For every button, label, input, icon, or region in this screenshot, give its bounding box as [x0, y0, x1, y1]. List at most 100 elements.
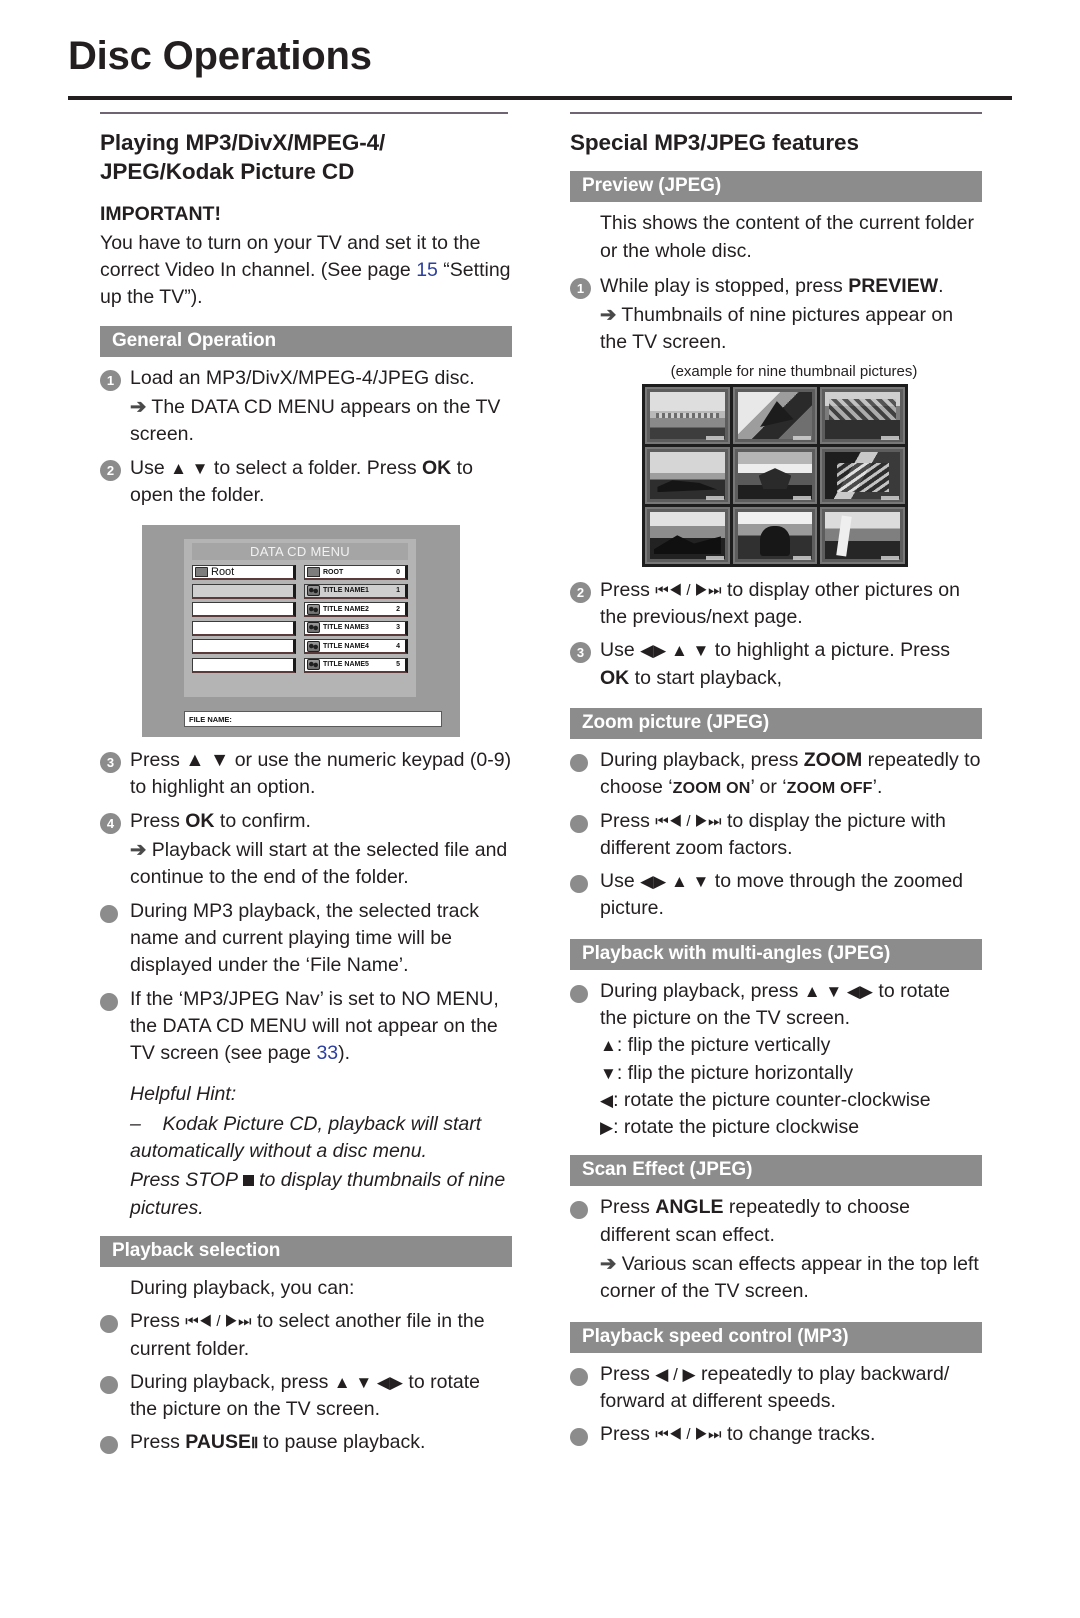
- nav-arrows-icon: ◀▶ ▲ ▼: [640, 641, 710, 661]
- step-number: 2: [570, 581, 591, 603]
- bullet-text: During MP3 playback, the selected track …: [130, 899, 480, 977]
- thumbnail-grid: [642, 383, 908, 567]
- thumbnail-cell[interactable]: [820, 506, 905, 564]
- data-cd-menu-right-column: ROOT 0 TITLE NAME1 1 TITLE NAME2 2 TITLE…: [304, 565, 408, 676]
- folder-label: Root: [211, 566, 235, 579]
- step-text: While play is stopped, press PREVIEW.: [600, 273, 982, 300]
- file-row[interactable]: TITLE NAME1 1: [304, 583, 408, 599]
- general-operation-bar: General Operation: [100, 325, 512, 357]
- list-item: Press ◀ / ▶ repeatedly to play backward/…: [570, 1361, 982, 1418]
- step-text: Use ◀▶ ▲ ▼ to highlight a picture. Press…: [600, 637, 982, 692]
- bullet-dot-icon: [100, 992, 118, 1011]
- step-text-before: While play is stopped, press: [600, 274, 849, 297]
- angle-line: ▼: flip the picture horizontally: [600, 1060, 982, 1087]
- bullet-body: During playback, press ▲ ▼ ◀▶ to rotate …: [130, 1369, 512, 1426]
- thumbnail-cell[interactable]: [645, 506, 730, 564]
- bullet-text-before: Press: [130, 1310, 186, 1333]
- step-number: 1: [100, 369, 121, 391]
- bullet-body: Press PAUSEⅡ to pause playback.: [130, 1429, 512, 1458]
- prev-next-track-icon: ⏮◀ / ▶⏭: [655, 581, 722, 599]
- list-item: 1 While play is stopped, press PREVIEW. …: [570, 273, 982, 359]
- file-icon: [307, 585, 320, 597]
- folder-row[interactable]: [192, 602, 296, 618]
- zoom-key-label: ZOOM: [803, 748, 863, 771]
- step-text-after: .: [938, 274, 944, 297]
- thumbnail-tag: [880, 435, 899, 440]
- right-column: Special MP3/JPEG features Preview (JPEG)…: [570, 112, 982, 1455]
- bullet-text-before: Press: [130, 1431, 186, 1454]
- playback-speed-bar: Playback speed control (MP3): [570, 1321, 982, 1353]
- bullet-marker: [570, 978, 600, 1008]
- step-marker: 3: [570, 637, 600, 664]
- file-row[interactable]: TITLE NAME5 5: [304, 657, 408, 673]
- step-result: ➔ The DATA CD MENU appears on the TV scr…: [130, 394, 512, 449]
- list-item: During MP3 playback, the selected track …: [100, 898, 512, 982]
- thumbnail-image: [737, 391, 813, 439]
- bullet-body: Press ⏮◀ / ▶⏭ to display the picture wit…: [600, 808, 982, 865]
- file-row[interactable]: ROOT 0: [304, 565, 408, 581]
- arrow-icon: ➔: [130, 395, 147, 418]
- file-row[interactable]: TITLE NAME2 2: [304, 602, 408, 618]
- thumbnail-cell[interactable]: [820, 386, 905, 444]
- step-text: Use ▲ ▼ to select a folder. Press OK to …: [130, 455, 512, 510]
- page-ref-33[interactable]: 33: [316, 1042, 338, 1064]
- document-page: Disc Operations Playing MP3/DivX/MPEG-4/…: [0, 0, 1080, 1618]
- thumbnail-image: [825, 511, 900, 559]
- thumbnail-tag: [705, 555, 724, 560]
- down-arrow-icon: ▼: [600, 1063, 617, 1083]
- step-body: Press ▲ ▼ or use the numeric keypad (0-9…: [130, 747, 512, 804]
- data-cd-menu-illustration: DATA CD MENU Root ROOT 0 TITLE NAME1 1 T…: [142, 525, 460, 738]
- bullet-body: Press ⏮◀ / ▶⏭ to select another file in …: [130, 1308, 512, 1365]
- updown-arrows-icon: ▲ ▼: [170, 458, 209, 478]
- data-cd-menu-title: DATA CD MENU: [192, 543, 408, 561]
- bullet-marker: [100, 898, 130, 928]
- step-body: Use ◀▶ ▲ ▼ to highlight a picture. Press…: [600, 637, 982, 694]
- folder-row[interactable]: [192, 620, 296, 636]
- nav-arrows-icon: ▲ ▼ ◀▶: [333, 1372, 404, 1392]
- page-title: Disc Operations: [68, 34, 372, 78]
- list-item: If the ‘MP3/JPEG Nav’ is set to NO MENU,…: [100, 986, 512, 1070]
- data-cd-menu-rows: Root ROOT 0 TITLE NAME1 1 TITLE NAME2 2 …: [192, 565, 408, 676]
- pause-key-label: PAUSE: [185, 1431, 252, 1454]
- file-label: ROOT: [323, 568, 344, 576]
- thumbnail-cell[interactable]: [732, 386, 818, 444]
- angle-line: ▲: flip the picture vertically: [600, 1032, 982, 1059]
- left-column: Playing MP3/DivX/MPEG-4/ JPEG/Kodak Pict…: [100, 112, 512, 1463]
- bullet-text-after: to pause playback.: [257, 1431, 426, 1454]
- file-row[interactable]: TITLE NAME4 4: [304, 639, 408, 655]
- page-ref-15[interactable]: 15: [416, 259, 438, 281]
- folder-row[interactable]: Root: [192, 565, 296, 581]
- thumbnail-image: [737, 511, 813, 559]
- zoom-off-label: ZOOM OFF: [786, 780, 873, 798]
- file-label: TITLE NAME4: [323, 642, 369, 650]
- thumbnail-tag: [793, 435, 812, 440]
- folder-row[interactable]: [192, 583, 296, 599]
- list-item: During playback, press ZOOM repeatedly t…: [570, 747, 982, 804]
- bullet-text-b: ).: [338, 1042, 351, 1065]
- bullet-text-before: Press: [600, 1423, 656, 1446]
- angle-line-text: : flip the picture horizontally: [616, 1061, 854, 1084]
- data-cd-menu-left-column: Root: [192, 565, 296, 676]
- step-text-mid: to highlight a picture. Press: [709, 639, 950, 662]
- bullet-dot-icon: [570, 814, 588, 833]
- thumbnail-cell[interactable]: [645, 386, 730, 444]
- step-text: Load an MP3/DivX/MPEG-4/JPEG disc.: [130, 366, 475, 389]
- bullet-dot-icon: [570, 1201, 588, 1220]
- thumbnail-cell[interactable]: [645, 446, 730, 504]
- thumbnail-cell[interactable]: [732, 446, 818, 504]
- file-row[interactable]: TITLE NAME3 3: [304, 620, 408, 636]
- arrow-icon: ➔: [600, 1253, 617, 1276]
- bullet-text-before: Use: [600, 870, 641, 893]
- bullet-marker: [570, 868, 600, 898]
- list-item: Press ⏮◀ / ▶⏭ to change tracks.: [570, 1421, 982, 1451]
- folder-row[interactable]: [192, 657, 296, 673]
- thumbnail-cell[interactable]: [820, 446, 905, 504]
- folder-row[interactable]: [192, 639, 296, 655]
- bullet-marker: [100, 1369, 130, 1399]
- step-text: Press OK to confirm.: [130, 808, 512, 835]
- bullet-dot-icon: [570, 875, 588, 894]
- thumbnail-cell[interactable]: [732, 506, 818, 564]
- list-item: Press ⏮◀ / ▶⏭ to display the picture wit…: [570, 808, 982, 865]
- step-text-after: to confirm.: [214, 809, 311, 832]
- bullet-body: Press ANGLE repeatedly to choose differe…: [600, 1194, 982, 1307]
